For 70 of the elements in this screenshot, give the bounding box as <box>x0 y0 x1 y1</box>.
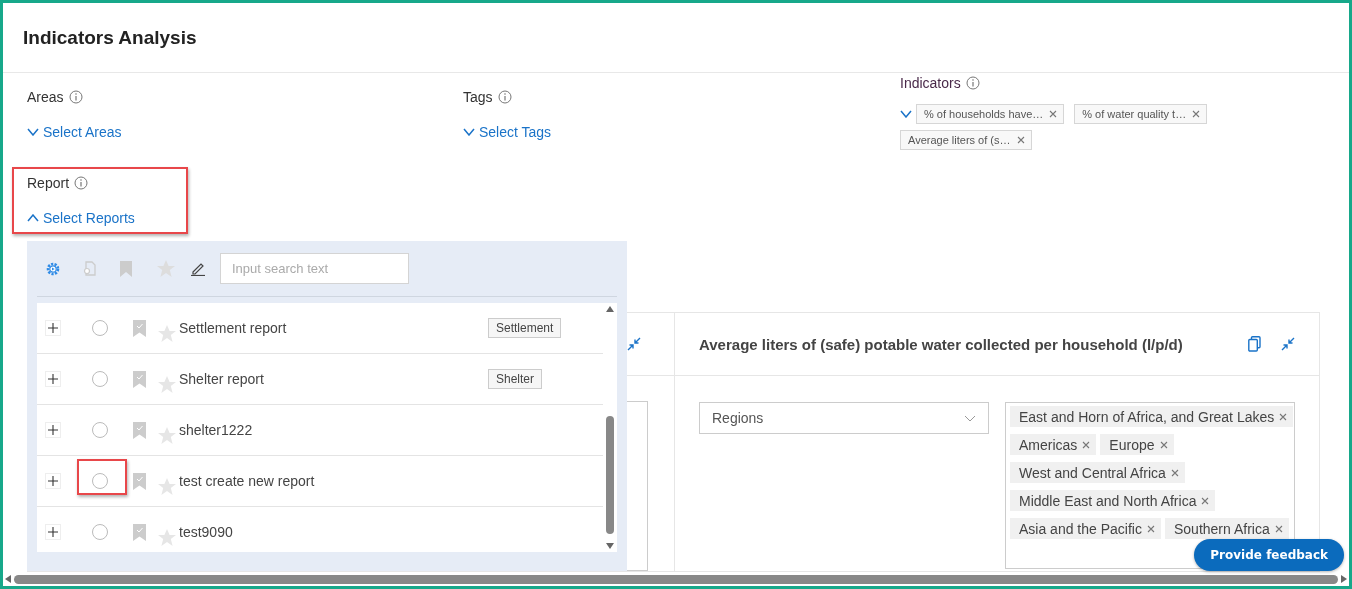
compress-icon[interactable] <box>627 337 641 351</box>
close-icon[interactable] <box>1159 440 1168 449</box>
close-icon[interactable] <box>1192 110 1201 118</box>
report-tag: Settlement <box>488 318 562 338</box>
chevron-down-icon <box>964 414 976 422</box>
horizontal-scrollbar[interactable] <box>3 572 1349 586</box>
report-name[interactable]: Shelter report <box>179 371 488 387</box>
select-link[interactable]: Select Areas <box>27 122 122 142</box>
close-icon[interactable] <box>1279 412 1288 421</box>
radio-button[interactable] <box>92 473 108 489</box>
star-icon[interactable] <box>158 528 176 546</box>
info-icon <box>74 176 89 190</box>
filter-label: Tags <box>463 89 493 105</box>
close-icon[interactable] <box>1082 440 1091 449</box>
close-icon[interactable] <box>1170 468 1179 477</box>
breakdown-select[interactable]: Regions <box>699 402 989 434</box>
radio-button[interactable] <box>92 371 108 387</box>
info-icon <box>68 90 83 104</box>
close-icon[interactable] <box>1201 496 1210 505</box>
info-icon <box>965 76 980 90</box>
filter-label: Indicators <box>900 75 961 91</box>
info-icon <box>497 90 512 104</box>
star-icon[interactable] <box>158 324 176 342</box>
report-name[interactable]: shelter1222 <box>179 422 488 438</box>
region-tag[interactable]: West and Central Africa <box>1010 462 1185 483</box>
close-icon[interactable] <box>1146 524 1155 533</box>
radio-button[interactable] <box>92 320 108 336</box>
scroll-up-icon[interactable] <box>606 306 614 312</box>
expand-icon[interactable] <box>45 473 61 489</box>
search-field[interactable]: Input search text <box>220 253 409 284</box>
indicator-chip[interactable]: Average liters of (s… <box>900 130 1032 150</box>
select-link[interactable]: Select Tags <box>463 122 552 142</box>
region-tag[interactable]: Europe <box>1100 434 1174 455</box>
radio-button[interactable] <box>92 524 108 540</box>
indicator-chip[interactable]: % of households have… <box>916 104 1065 124</box>
card-title: Average liters of (safe) potable water collected per household (l/p/d) <box>699 335 1184 353</box>
indicator-chip[interactable]: % of water quality t… <box>1074 104 1208 124</box>
expand-icon[interactable] <box>45 422 61 438</box>
expand-icon[interactable] <box>45 371 61 387</box>
scroll-down-icon[interactable] <box>606 543 614 549</box>
region-tag[interactable]: Southern Africa <box>1164 518 1289 539</box>
filter-label: Report <box>27 175 70 191</box>
close-icon[interactable] <box>1049 110 1058 118</box>
feedback-button[interactable]: Provide feedback <box>1194 539 1344 571</box>
pencil-icon[interactable] <box>190 261 206 276</box>
gear-icon[interactable] <box>46 261 60 276</box>
report-name[interactable]: test create new report <box>179 473 488 489</box>
report-name[interactable]: Settlement report <box>179 320 488 336</box>
star-icon[interactable] <box>158 426 176 444</box>
expand-icon[interactable] <box>45 524 61 540</box>
region-tag[interactable]: Middle East and North Africa <box>1010 490 1216 511</box>
compress-icon[interactable] <box>1281 337 1295 351</box>
scroll-left-icon[interactable] <box>5 575 11 583</box>
region-tag[interactable]: Asia and the Pacific <box>1010 518 1161 539</box>
close-icon[interactable] <box>1016 136 1025 144</box>
close-icon[interactable] <box>1274 524 1283 533</box>
report-tag: Shelter <box>488 369 543 389</box>
expand-icon[interactable] <box>45 320 61 336</box>
star-icon[interactable] <box>157 260 175 277</box>
page-title: Indicators Analysis <box>23 26 197 49</box>
region-tag[interactable]: Americas <box>1010 434 1097 455</box>
filter-label: Areas <box>27 89 64 105</box>
star-icon[interactable] <box>158 375 176 393</box>
region-tag[interactable]: East and Horn of Africa, and Great Lakes <box>1010 406 1294 427</box>
radio-button[interactable] <box>92 422 108 438</box>
star-icon[interactable] <box>158 477 176 495</box>
select-link[interactable]: Select Reports <box>27 208 135 228</box>
copy-icon[interactable] <box>1248 336 1261 352</box>
scroll-right-icon[interactable] <box>1341 575 1347 583</box>
report-name[interactable]: test9090 <box>179 524 488 540</box>
